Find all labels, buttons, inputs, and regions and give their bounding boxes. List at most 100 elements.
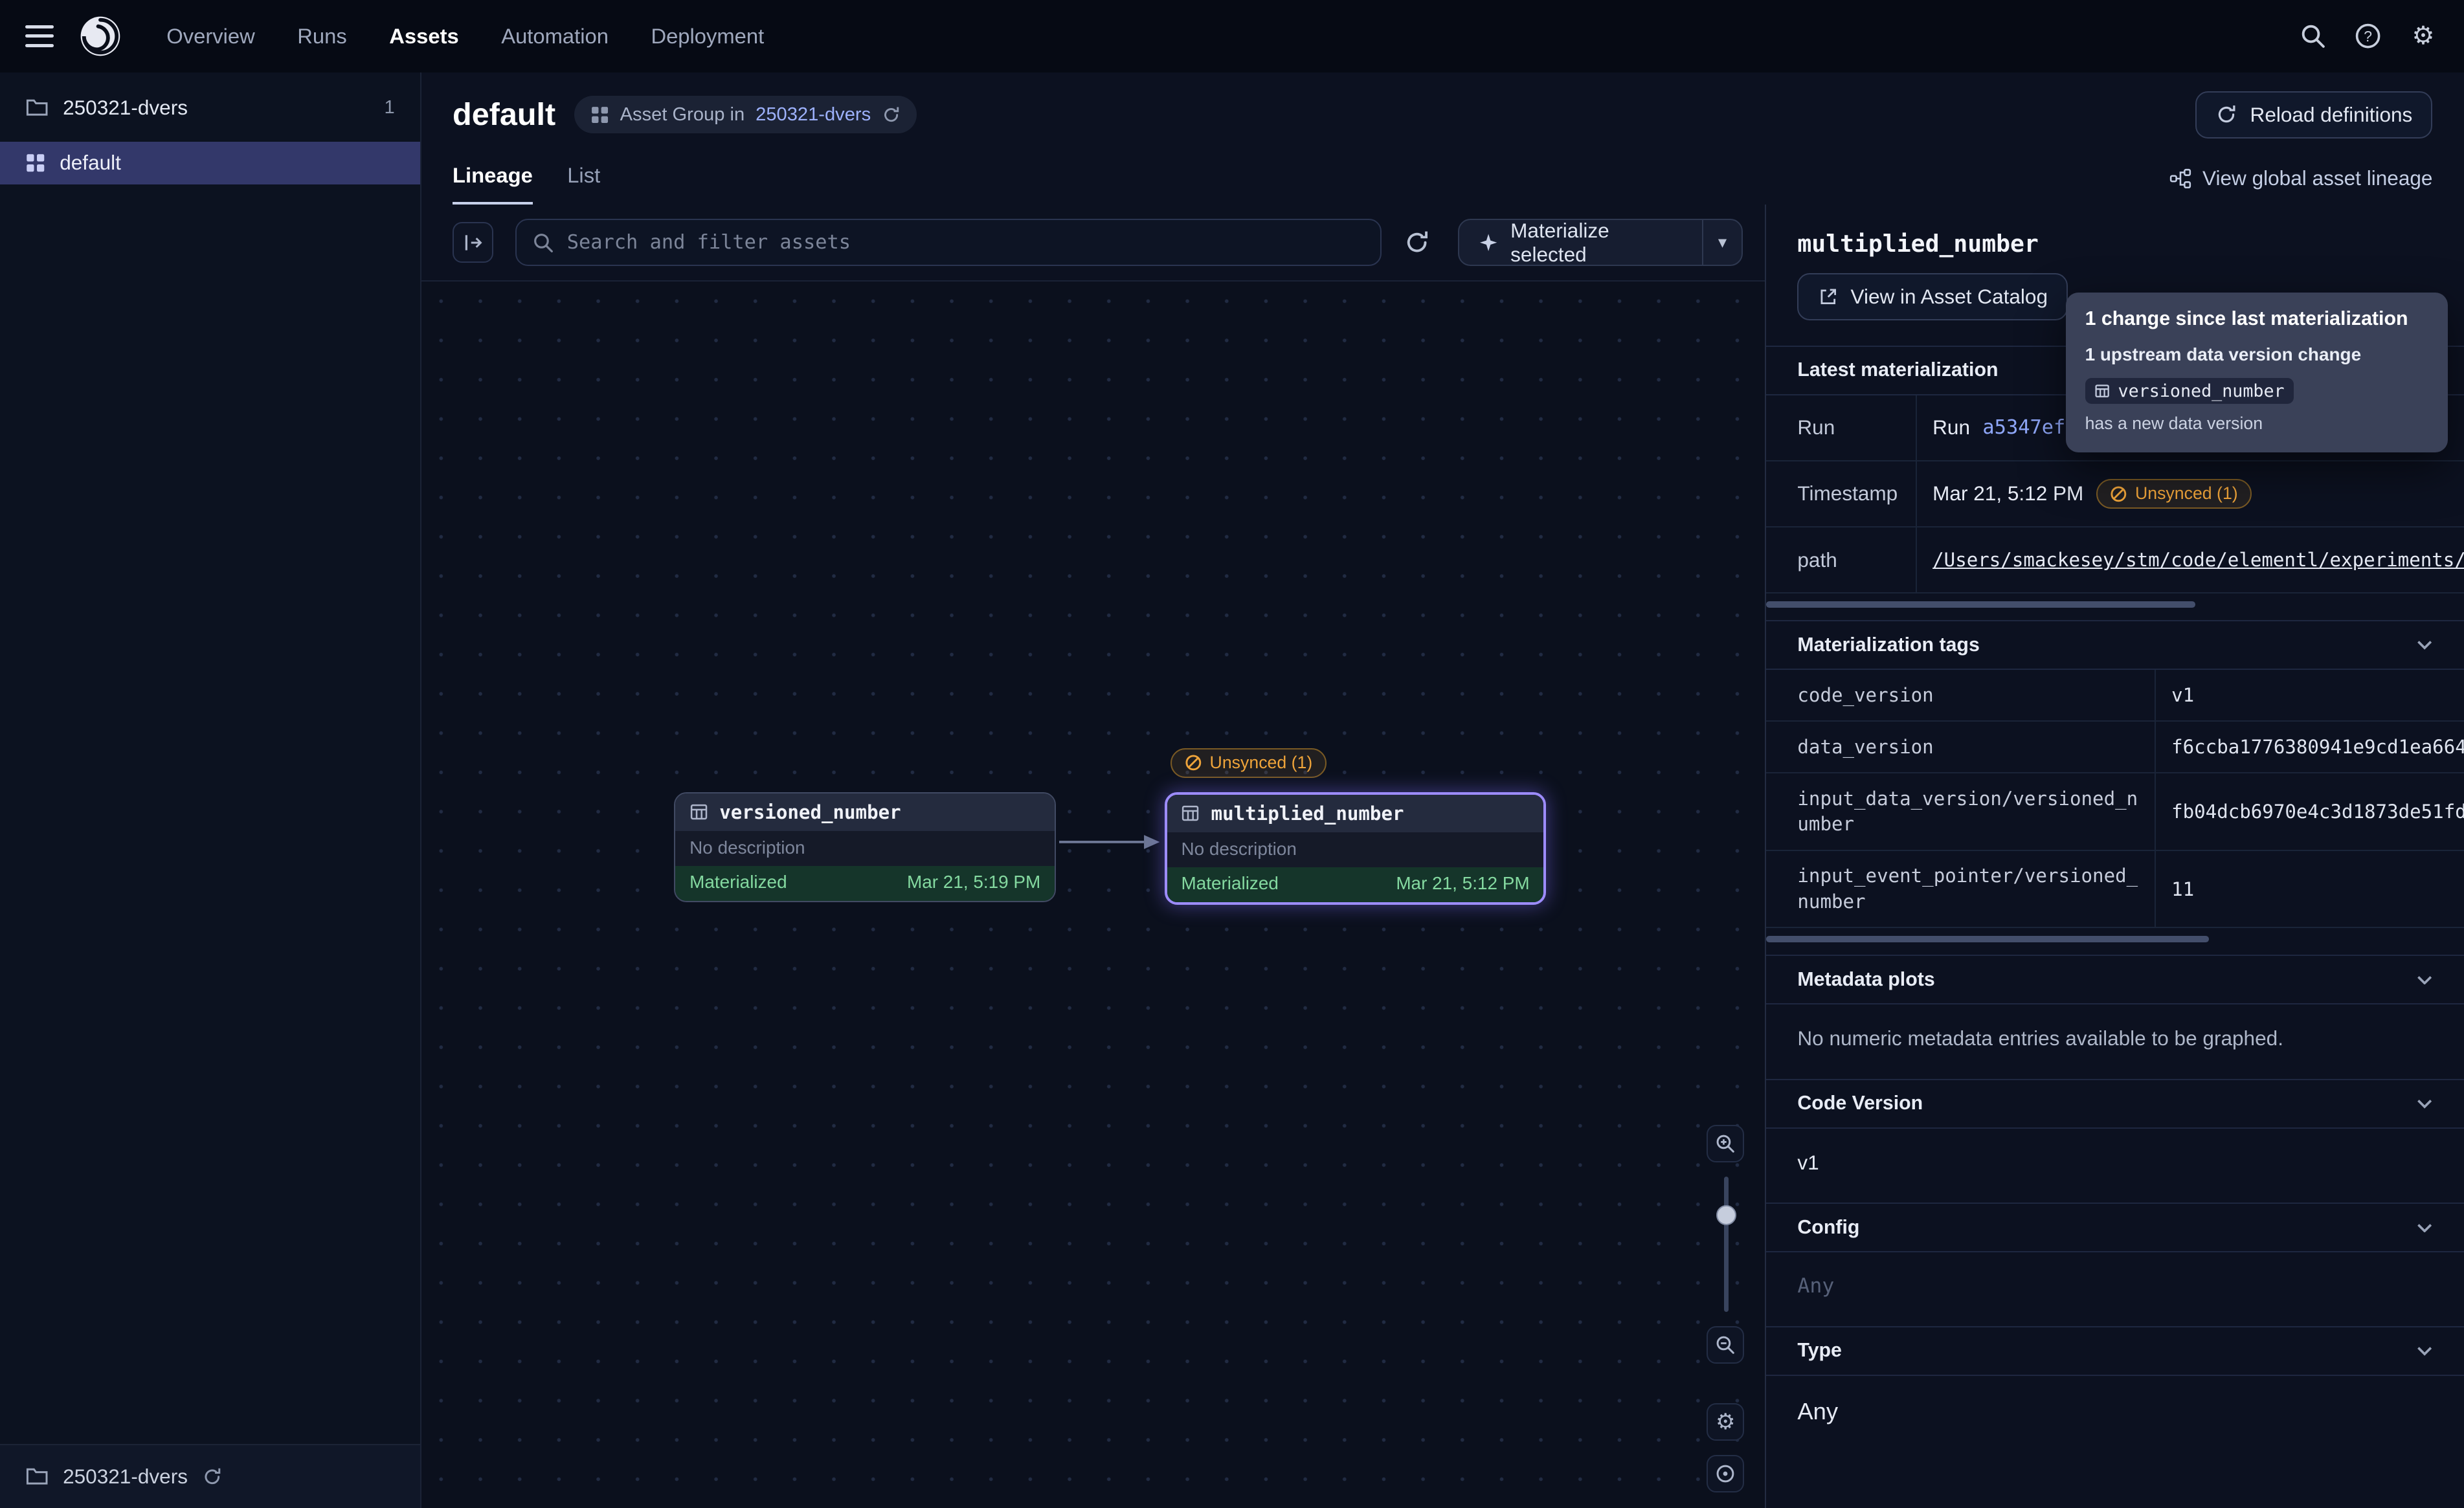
- reload-definitions-button[interactable]: Reload definitions: [2195, 91, 2432, 139]
- asset-node-multiplied-number[interactable]: multiplied_number No description Materia…: [1165, 792, 1547, 905]
- refresh-icon: [2215, 104, 2237, 126]
- timestamp-row: Timestamp Mar 21, 5:12 PM Unsynced (1): [1766, 461, 2464, 527]
- nav-item-runs[interactable]: Runs: [297, 24, 346, 49]
- chevron-down-icon: [2417, 640, 2432, 650]
- tag-row: code_version v1: [1766, 670, 2464, 722]
- search-icon[interactable]: [2298, 21, 2329, 52]
- popover-subtitle: 1 upstream data version change: [2085, 344, 2430, 365]
- unsynced-badge[interactable]: Unsynced (1): [2096, 479, 2252, 509]
- global-lineage-label: View global asset lineage: [2202, 166, 2432, 190]
- view-in-asset-catalog-label: View in Asset Catalog: [1850, 285, 2048, 309]
- popover-suffix: has a new data version: [2085, 414, 2263, 434]
- badge-prefix: Asset Group in: [620, 104, 745, 126]
- asset-node-name: multiplied_number: [1211, 803, 1404, 825]
- zoom-slider[interactable]: [1707, 1177, 1744, 1312]
- hamburger-menu-icon[interactable]: [25, 25, 54, 47]
- external-link-icon: [1818, 287, 1839, 307]
- nav-item-overview[interactable]: Overview: [166, 24, 255, 49]
- materialize-selected-button[interactable]: Materialize selected ▾: [1458, 219, 1742, 266]
- tag-key: input_data_version/versioned_number: [1766, 773, 2156, 849]
- section-title: Type: [1797, 1340, 1842, 1362]
- lineage-graph-icon: [2169, 168, 2191, 190]
- page-title: default: [453, 96, 555, 133]
- asset-node-status: Materialized: [689, 872, 787, 893]
- sidebar-item-default[interactable]: default: [0, 142, 420, 184]
- view-in-asset-catalog-button[interactable]: View in Asset Catalog: [1797, 273, 2068, 320]
- asset-node-status: Materialized: [1181, 873, 1278, 894]
- tag-row: data_version f6ccba1776380941e9cd1ea6648…: [1766, 722, 2464, 773]
- top-nav: Overview Runs Assets Automation Deployme…: [0, 0, 2464, 72]
- zoom-in-button[interactable]: [1707, 1125, 1744, 1162]
- tab-lineage[interactable]: Lineage: [453, 163, 533, 205]
- graph-settings-button[interactable]: ⚙: [1707, 1403, 1744, 1441]
- section-materialization-tags[interactable]: Materialization tags: [1766, 620, 2464, 670]
- materialize-dropdown-caret[interactable]: ▾: [1702, 220, 1742, 265]
- unsynced-badge-label: Unsynced (1): [1210, 753, 1313, 773]
- table-icon: [689, 803, 708, 821]
- help-icon[interactable]: ?: [2353, 21, 2384, 52]
- refresh-icon[interactable]: [202, 1467, 223, 1487]
- asset-details-panel: multiplied_number View in Asset Catalog …: [1765, 205, 2464, 1508]
- refresh-graph-button[interactable]: [1404, 229, 1430, 256]
- sidebar-group-row[interactable]: 250321-dvers 1: [0, 72, 420, 136]
- dagster-app: Overview Runs Assets Automation Deployme…: [0, 0, 2464, 1508]
- tabs-row: Lineage List View global asset lineage: [453, 163, 2432, 205]
- run-value-prefix: Run: [1932, 416, 1970, 439]
- dagster-logo[interactable]: [78, 14, 122, 58]
- refresh-icon[interactable]: [882, 105, 901, 124]
- section-type[interactable]: Type: [1766, 1326, 2464, 1376]
- popover-title: 1 change since last materialization: [2085, 308, 2430, 330]
- nav-item-automation[interactable]: Automation: [501, 24, 609, 49]
- upstream-asset-chip: versioned_number: [2085, 378, 2294, 405]
- section-code-version[interactable]: Code Version: [1766, 1079, 2464, 1129]
- panel-expand-icon: [462, 232, 484, 254]
- settings-gear-icon[interactable]: ⚙: [2408, 21, 2439, 52]
- tag-value: 11: [2156, 851, 2464, 927]
- gear-icon: ⚙: [1716, 1409, 1735, 1435]
- asset-node-timestamp: Mar 21, 5:12 PM: [1396, 873, 1529, 894]
- zoom-slider-handle[interactable]: [1716, 1205, 1737, 1226]
- asset-groups-sidebar: 250321-dvers 1 default 250321-dvers: [0, 72, 421, 1508]
- section-title: Code Version: [1797, 1092, 1923, 1114]
- chevron-down-icon: [2417, 1099, 2432, 1109]
- metadata-plots-empty-text: No numeric metadata entries available to…: [1766, 1004, 2464, 1079]
- tag-key: data_version: [1766, 722, 2156, 772]
- unsynced-badge[interactable]: Unsynced (1): [1170, 748, 1326, 778]
- run-id-link[interactable]: a5347ef7: [1982, 416, 2077, 439]
- view-global-asset-lineage-link[interactable]: View global asset lineage: [2169, 166, 2432, 205]
- panel-asset-title: multiplied_number: [1766, 205, 2464, 258]
- horizontal-scrollbar[interactable]: [1766, 936, 2209, 942]
- nav-item-assets[interactable]: Assets: [389, 24, 458, 49]
- chevron-down-icon: [2417, 1223, 2432, 1233]
- section-title: Materialization tags: [1797, 634, 1979, 656]
- expand-sidebar-button[interactable]: [453, 222, 493, 263]
- path-link[interactable]: /Users/smackesey/stm/code/elementl/exper…: [1932, 549, 2464, 571]
- badge-group-link[interactable]: 250321-dvers: [756, 104, 871, 126]
- type-value: Any: [1766, 1376, 2464, 1454]
- asset-group-icon: [590, 105, 609, 124]
- recenter-button[interactable]: [1707, 1455, 1744, 1492]
- tab-list[interactable]: List: [567, 163, 600, 205]
- search-icon: [532, 232, 554, 254]
- asset-search-input[interactable]: [567, 231, 1365, 254]
- timestamp-value: Mar 21, 5:12 PM: [1932, 482, 2083, 505]
- folder-icon: [25, 1465, 49, 1488]
- asset-node-versioned-number[interactable]: versioned_number No description Material…: [674, 792, 1056, 902]
- tag-row: input_data_version/versioned_number fb04…: [1766, 773, 2464, 850]
- sidebar-group-count: 1: [384, 97, 394, 118]
- section-metadata-plots[interactable]: Metadata plots: [1766, 955, 2464, 1004]
- zoom-out-button[interactable]: [1707, 1326, 1744, 1364]
- code-version-value: v1: [1766, 1129, 2464, 1203]
- lineage-canvas[interactable]: Unsynced (1) versioned_number No descrip…: [421, 280, 1765, 1508]
- sidebar-footer[interactable]: 250321-dvers: [0, 1444, 420, 1508]
- nav-item-deployment[interactable]: Deployment: [651, 24, 764, 49]
- asset-group-badge: Asset Group in 250321-dvers: [574, 96, 916, 133]
- sidebar-group-name: 250321-dvers: [63, 96, 188, 120]
- horizontal-scrollbar[interactable]: [1766, 601, 2195, 608]
- tag-value: v1: [2156, 670, 2464, 720]
- primary-nav: Overview Runs Assets Automation Deployme…: [166, 24, 764, 49]
- graph-toolbar: Materialize selected ▾: [421, 205, 1765, 280]
- sidebar-footer-label: 250321-dvers: [63, 1465, 188, 1489]
- tag-value: f6ccba1776380941e9cd1ea66481d: [2156, 722, 2464, 772]
- section-config[interactable]: Config: [1766, 1203, 2464, 1252]
